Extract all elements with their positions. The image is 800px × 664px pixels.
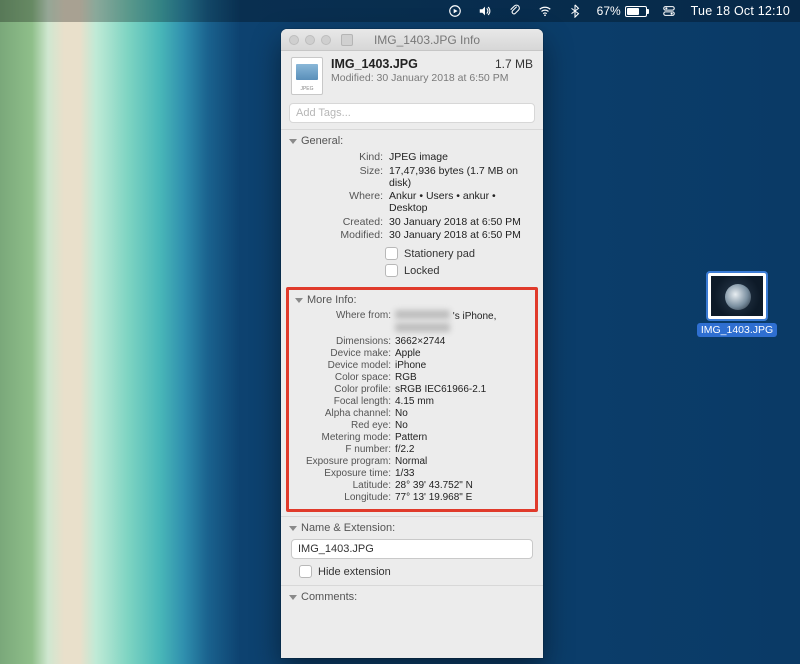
hide-extension-checkbox[interactable] <box>299 565 312 578</box>
battery-icon <box>625 6 647 17</box>
volume-icon[interactable] <box>477 3 493 19</box>
kv-value: 17,47,936 bytes (1.7 MB on disk) <box>389 165 535 189</box>
file-thumbnail-icon <box>291 57 323 95</box>
stationery-pad-checkbox[interactable] <box>385 247 398 260</box>
kv-key: Red eye: <box>293 420 391 431</box>
kv-key: Dimensions: <box>293 336 391 347</box>
tags-field[interactable]: Add Tags... <box>289 103 535 123</box>
battery-percent: 67% <box>597 4 621 18</box>
kv-value: 28° 39' 43.752" N <box>395 480 531 491</box>
battery-status[interactable]: 67% <box>597 4 647 18</box>
kv-key: Metering mode: <box>293 432 391 443</box>
kv-value: iPhone <box>395 360 531 371</box>
kv-value: RGB <box>395 372 531 383</box>
section-general-header[interactable]: General: <box>289 135 535 147</box>
kv-value: No <box>395 408 531 419</box>
more-info-highlight: More Info: Where from: 's iPhone, Dimens… <box>286 287 538 512</box>
close-button[interactable] <box>289 35 299 45</box>
section-name-ext-header[interactable]: Name & Extension: <box>289 522 535 534</box>
kv-key: Kind: <box>291 151 383 163</box>
kv-value: No <box>395 420 531 431</box>
menubar: 67% Tue 18 Oct 12:10 <box>0 0 800 22</box>
chevron-down-icon <box>289 595 297 600</box>
wherefrom-value-2 <box>395 323 531 335</box>
kv-value: 4.15 mm <box>395 396 531 407</box>
control-center-icon[interactable] <box>661 3 677 19</box>
menubar-datetime[interactable]: Tue 18 Oct 12:10 <box>691 4 790 18</box>
section-comments: Comments: <box>281 585 543 610</box>
kv-value: 30 January 2018 at 6:50 PM <box>389 229 535 241</box>
chevron-down-icon <box>289 526 297 531</box>
kv-value: f/2.2 <box>395 444 531 455</box>
section-general-label: General: <box>301 135 343 147</box>
kv-key: F number: <box>293 444 391 455</box>
section-comments-header[interactable]: Comments: <box>289 591 535 603</box>
chevron-down-icon <box>289 139 297 144</box>
header-filesize: 1.7 MB <box>495 57 533 71</box>
locked-row[interactable]: Locked <box>385 264 535 277</box>
playback-icon[interactable] <box>447 3 463 19</box>
stationery-pad-row[interactable]: Stationery pad <box>385 247 535 260</box>
kv-value: Normal <box>395 456 531 467</box>
bluetooth-icon[interactable] <box>567 3 583 19</box>
kv-key: Color space: <box>293 372 391 383</box>
wherefrom-label: Where from: <box>293 310 391 322</box>
header-modified: Modified: 30 January 2018 at 6:50 PM <box>331 72 533 84</box>
kv-value: 3662×2744 <box>395 336 531 347</box>
section-comments-label: Comments: <box>301 591 357 603</box>
kv-key: Created: <box>291 216 383 228</box>
kv-key: Where: <box>291 190 383 214</box>
wherefrom-value: 's iPhone, <box>395 310 531 322</box>
kv-key: Size: <box>291 165 383 189</box>
section-name-ext: Name & Extension: IMG_1403.JPG Hide exte… <box>281 516 543 585</box>
header-filename: IMG_1403.JPG <box>331 57 418 71</box>
desktop-file-label: IMG_1403.JPG <box>697 323 777 337</box>
chevron-down-icon <box>295 298 303 303</box>
kv-key: Alpha channel: <box>293 408 391 419</box>
kv-key: Device make: <box>293 348 391 359</box>
kv-value: sRGB IEC61966-2.1 <box>395 384 531 395</box>
kv-value: Ankur • Users • ankur • Desktop <box>389 190 535 214</box>
hide-extension-row[interactable]: Hide extension <box>289 565 535 578</box>
kv-key: Modified: <box>291 229 383 241</box>
desktop-file-icon[interactable]: IMG_1403.JPG <box>702 273 772 337</box>
kv-value: Apple <box>395 348 531 359</box>
window-title: IMG_1403.JPG Info <box>319 33 535 47</box>
kv-value: 77° 13' 19.968" E <box>395 492 531 503</box>
kv-key: Longitude: <box>293 492 391 503</box>
kv-key: Device model: <box>293 360 391 371</box>
wifi-icon[interactable] <box>537 3 553 19</box>
minimize-button[interactable] <box>305 35 315 45</box>
kv-value: 30 January 2018 at 6:50 PM <box>389 216 535 228</box>
section-name-ext-label: Name & Extension: <box>301 522 395 534</box>
kv-key: Focal length: <box>293 396 391 407</box>
section-moreinfo-label: More Info: <box>307 294 357 306</box>
window-titlebar[interactable]: IMG_1403.JPG Info <box>281 29 543 51</box>
file-header: IMG_1403.JPG 1.7 MB Modified: 30 January… <box>281 51 543 103</box>
section-general: General: Kind: JPEG image Size:17,47,936 b… <box>281 129 543 284</box>
kv-value: JPEG image <box>389 151 535 163</box>
locked-label: Locked <box>404 265 439 277</box>
kv-value: 1/33 <box>395 468 531 479</box>
locked-checkbox[interactable] <box>385 264 398 277</box>
hide-extension-label: Hide extension <box>318 566 391 578</box>
paperclip-icon[interactable] <box>507 3 523 19</box>
kv-value: Pattern <box>395 432 531 443</box>
stationery-pad-label: Stationery pad <box>404 248 475 260</box>
kv-key: Exposure time: <box>293 468 391 479</box>
kv-key: Latitude: <box>293 480 391 491</box>
section-moreinfo-header[interactable]: More Info: <box>293 294 531 306</box>
kv-key: Color profile: <box>293 384 391 395</box>
kv-key: Exposure program: <box>293 456 391 467</box>
get-info-window: IMG_1403.JPG Info IMG_1403.JPG 1.7 MB Mo… <box>281 29 543 658</box>
file-preview-icon <box>708 273 766 319</box>
name-ext-input[interactable]: IMG_1403.JPG <box>291 539 533 559</box>
